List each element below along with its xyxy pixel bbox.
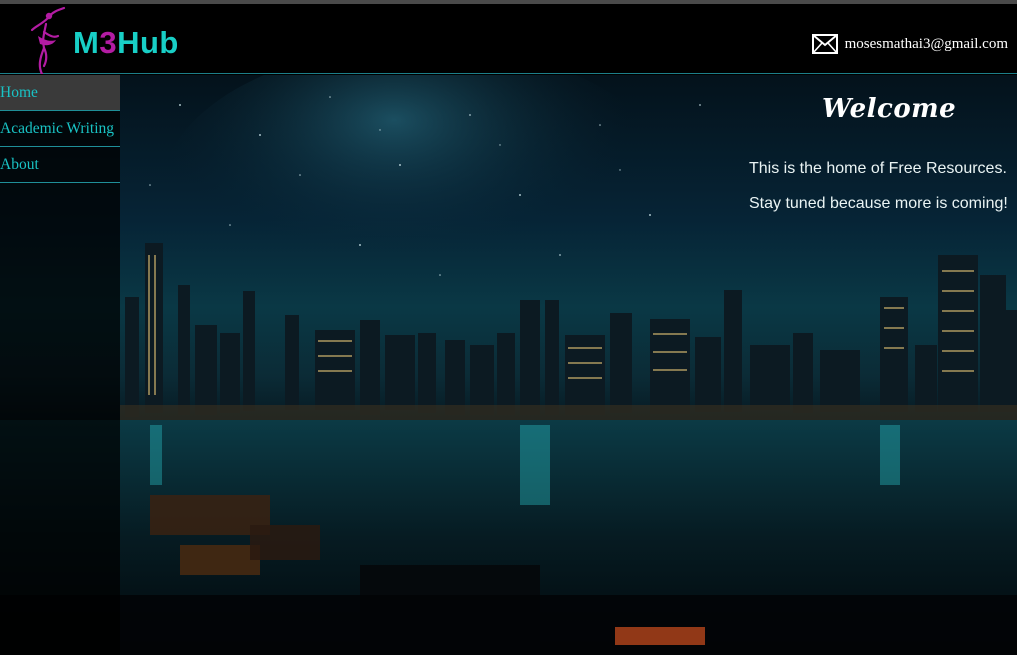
intro-line-1: This is the home of Free Resources. [749, 160, 1007, 177]
brand-letter-m: M [73, 25, 100, 60]
nav-item-home[interactable]: Home [0, 75, 120, 111]
intro-line-2: Stay tuned because more is coming! [749, 195, 1008, 212]
email-address[interactable]: mosesmathai3@gmail.com [845, 36, 1008, 53]
welcome-heading: Welcome [822, 94, 957, 124]
nav-item-academic-writing[interactable]: Academic Writing [0, 111, 120, 147]
brand-digit-3: 3 [99, 25, 118, 60]
dancer-logo-icon[interactable] [28, 6, 74, 74]
brand-word-hub: Hub [117, 25, 179, 60]
sidebar-nav: Home Academic Writing About [0, 75, 120, 655]
site-header: M3Hub mosesmathai3@gmail.com [0, 4, 1017, 74]
site-logo-text[interactable]: M3Hub [73, 25, 179, 61]
nav-item-about[interactable]: About [0, 147, 120, 183]
envelope-icon [811, 34, 838, 54]
contact-email[interactable]: mosesmathai3@gmail.com [811, 34, 1008, 54]
